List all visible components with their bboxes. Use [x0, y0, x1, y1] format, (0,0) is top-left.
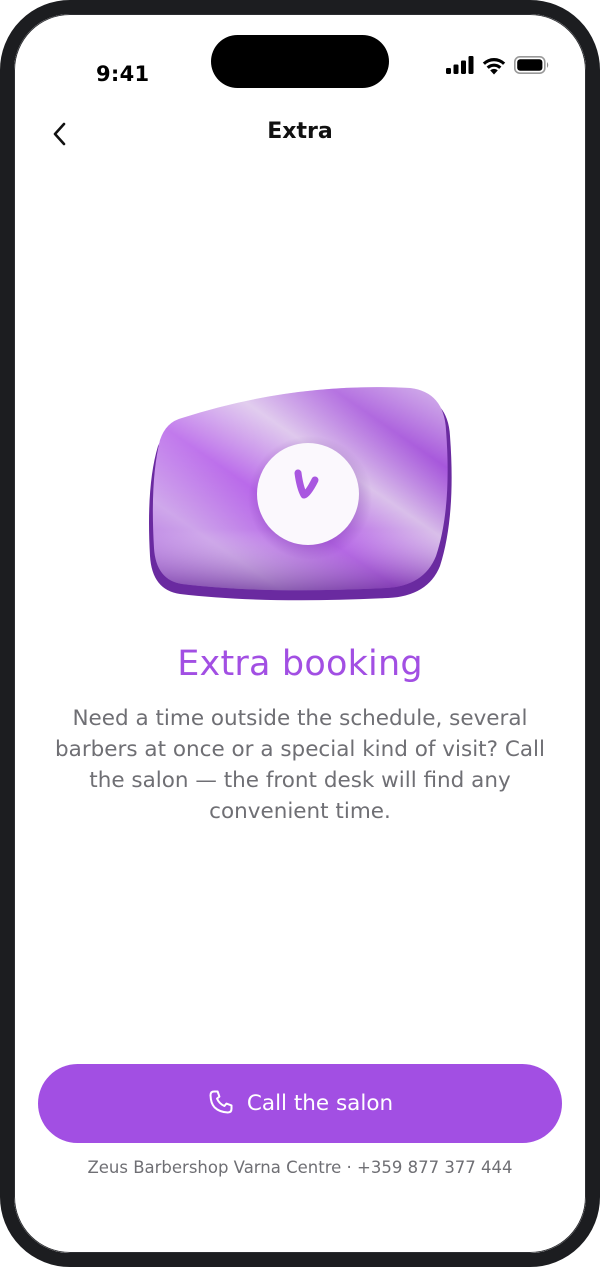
clock-icon [149, 387, 452, 601]
dynamic-island [211, 35, 389, 88]
description-text: Need a time outside the schedule, severa… [55, 706, 545, 824]
page-title: Extra [267, 119, 333, 144]
battery-icon [514, 56, 550, 74]
status-bar: 9:41 [14, 14, 586, 94]
phone-frame: 9:41 Extra Extra booking Need a time out… [0, 0, 600, 1267]
phone-icon [207, 1088, 235, 1119]
wifi-icon [481, 56, 507, 75]
cellular-signal-icon [446, 56, 474, 74]
call-salon-label: Call the salon [246, 1091, 394, 1116]
status-time: 9:41 [96, 62, 150, 86]
headline: Extra booking [177, 644, 423, 684]
salon-info: Zeus Barbershop Varna Centre · +359 877 … [87, 1158, 513, 1177]
status-icons [446, 54, 550, 76]
clock-illustration [144, 376, 454, 601]
call-salon-button[interactable]: Call the salon [38, 1064, 562, 1143]
